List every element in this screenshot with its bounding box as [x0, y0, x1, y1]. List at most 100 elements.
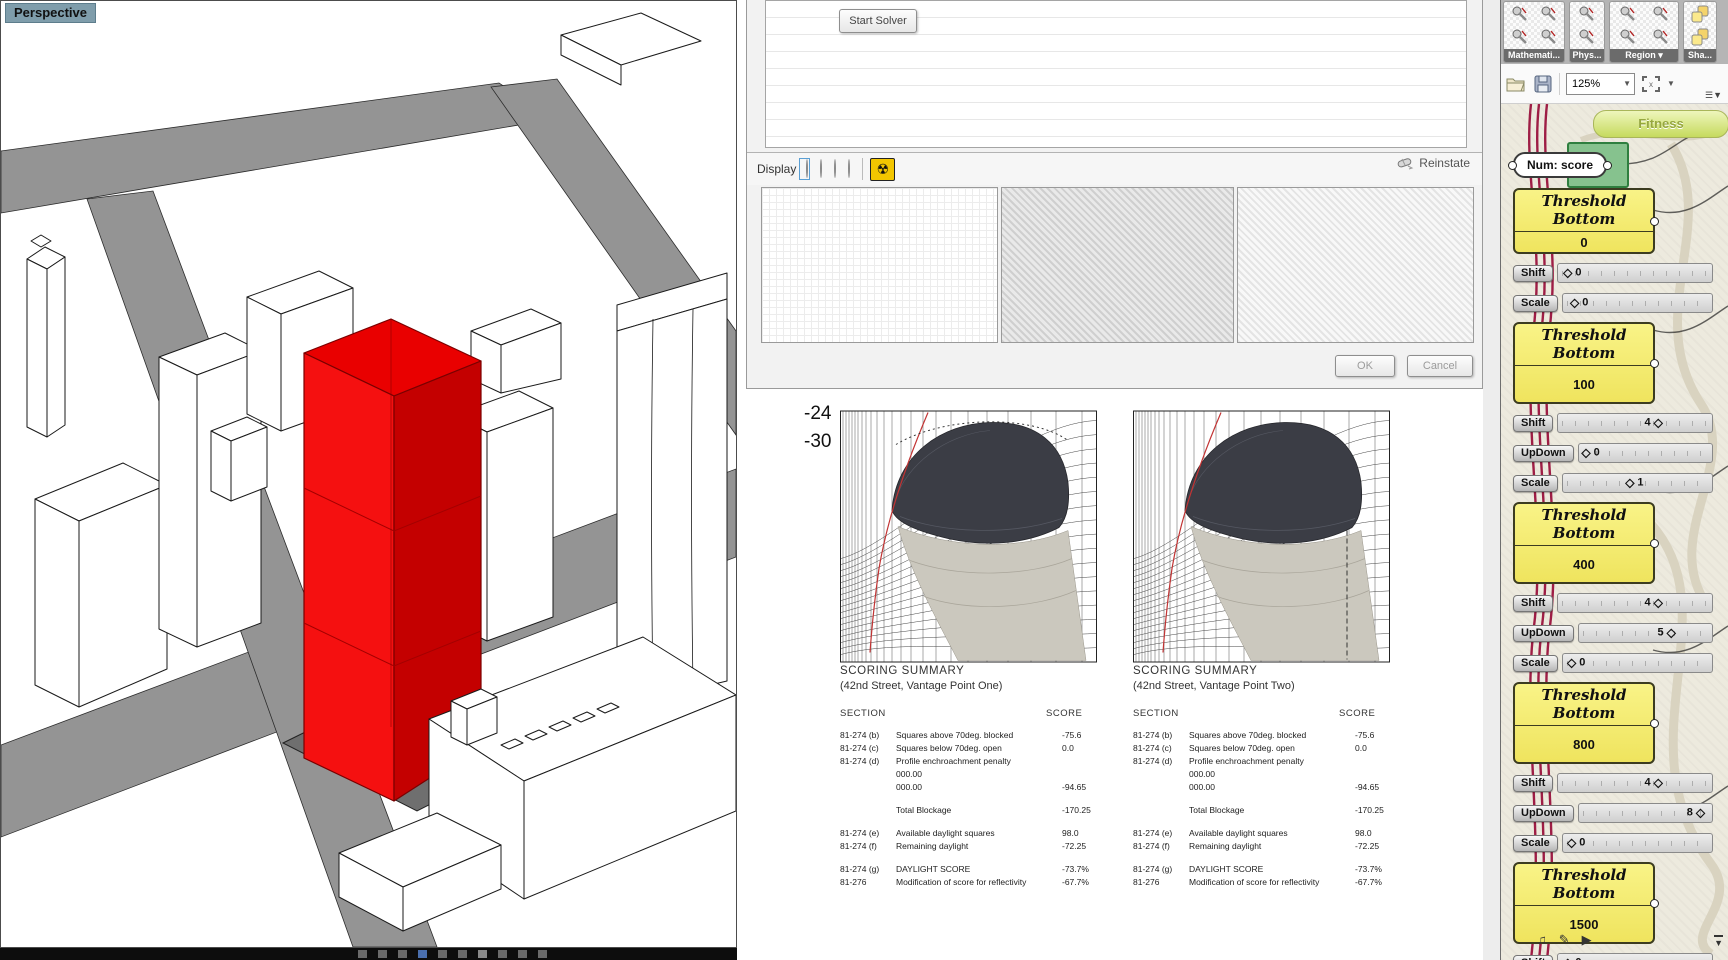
slider-scale[interactable]: Scale◇0	[1513, 292, 1713, 314]
start-solver-button[interactable]: Start Solver	[839, 9, 917, 33]
fitness-component[interactable]: Fitness	[1593, 110, 1728, 138]
taskbar-icon[interactable]	[418, 950, 427, 958]
layers-dropdown-icon[interactable]: ▼	[1714, 935, 1723, 948]
gh-tool-icon[interactable]	[1652, 5, 1670, 23]
slider-track[interactable]: 5◇	[1578, 623, 1713, 643]
gh-tool-icon[interactable]	[1578, 5, 1596, 23]
viewport-perspective-tab[interactable]: Perspective	[5, 3, 96, 23]
display-most-icon[interactable]	[813, 158, 824, 180]
slider-grip[interactable]: 8◇	[1687, 807, 1705, 819]
gh-toolbar-group[interactable]: Region ▾	[1609, 1, 1679, 63]
slider-grip[interactable]: ◇0	[1581, 447, 1599, 459]
slider-diamond-icon[interactable]: ◇	[1570, 298, 1579, 308]
slider-grip[interactable]: 4◇	[1644, 597, 1662, 609]
cancel-button[interactable]: Cancel	[1407, 355, 1473, 377]
slider-track[interactable]: ◇0	[1562, 293, 1713, 313]
slider-shift[interactable]: Shift4◇	[1513, 592, 1713, 614]
slider-grip[interactable]: ◇0	[1570, 297, 1588, 309]
gh-tool-icon[interactable]	[1578, 28, 1596, 46]
slider-track[interactable]: ◇0	[1557, 263, 1713, 283]
note-icon[interactable]: ♫	[1537, 932, 1547, 948]
slider-shift[interactable]: Shift◇0	[1513, 262, 1713, 284]
zoom-level-select[interactable]: 125% ▼	[1566, 73, 1635, 95]
slider-track[interactable]: ◇1	[1562, 473, 1713, 493]
slider-shift[interactable]: Shift◇0	[1513, 952, 1713, 960]
taskbar-icon[interactable]	[378, 950, 387, 958]
slider-grip[interactable]: ◇1	[1625, 477, 1643, 489]
open-file-icon[interactable]	[1505, 75, 1527, 93]
slider-scale[interactable]: Scale◇0	[1513, 832, 1713, 854]
slider-diamond-icon[interactable]: ◇	[1581, 448, 1590, 458]
gh-tool-icon[interactable]	[1652, 28, 1670, 46]
save-icon[interactable]	[1533, 75, 1553, 93]
slider-diamond-icon[interactable]: ◇	[1696, 808, 1705, 818]
zoom-extents-icon[interactable]: x	[1641, 75, 1661, 93]
gh-shape-icon[interactable]	[1690, 27, 1710, 47]
gh-toolbar-group[interactable]: Phys...	[1569, 1, 1605, 63]
slider-grip[interactable]: ◇0	[1563, 267, 1581, 279]
slider-diamond-icon[interactable]: ◇	[1567, 658, 1576, 668]
display-full-icon[interactable]	[799, 158, 810, 180]
taskbar-icon[interactable]	[398, 950, 407, 958]
slider-track[interactable]: ◇0	[1578, 443, 1713, 463]
taskbar-icon[interactable]	[358, 950, 367, 958]
slider-track[interactable]: ◇0	[1562, 833, 1713, 853]
slider-diamond-icon[interactable]: ◇	[1654, 418, 1663, 428]
slider-diamond-icon[interactable]: ◇	[1563, 268, 1572, 278]
gh-tool-icon[interactable]	[1511, 5, 1529, 23]
gh-canvas[interactable]: Fitness Num: score Threshold Bottom0 Shif…	[1501, 104, 1728, 960]
gh-toolbar-group[interactable]: Sha...	[1683, 1, 1717, 63]
display-some-icon[interactable]	[827, 158, 838, 180]
slider-grip[interactable]: ◇0	[1567, 837, 1585, 849]
3d-viewport[interactable]: Perspective	[0, 0, 737, 948]
slider-scale[interactable]: Scale◇0	[1513, 652, 1713, 674]
slider-grip[interactable]: ◇0	[1563, 957, 1581, 960]
slider-track[interactable]: 4◇	[1557, 413, 1713, 433]
taskbar-icon[interactable]	[498, 950, 507, 958]
threshold-panel[interactable]: Threshold Bottom0	[1513, 188, 1655, 254]
gh-tool-icon[interactable]	[1540, 5, 1558, 23]
gh-tool-icon[interactable]	[1540, 28, 1558, 46]
score-pill[interactable]: Num: score	[1513, 152, 1607, 178]
ok-button[interactable]: OK	[1335, 355, 1395, 377]
taskbar-icon[interactable]	[538, 950, 547, 958]
slider-shift[interactable]: Shift4◇	[1513, 772, 1713, 794]
gh-tool-icon[interactable]	[1619, 28, 1637, 46]
threshold-panel[interactable]: Threshold Bottom800	[1513, 682, 1655, 764]
gh-toolbar-group[interactable]: Mathemati...	[1503, 1, 1565, 63]
reinstate-button[interactable]: Reinstate	[1396, 156, 1470, 170]
slider-track[interactable]: 4◇	[1557, 773, 1713, 793]
slider-diamond-icon[interactable]: ◇	[1667, 628, 1676, 638]
slider-diamond-icon[interactable]: ◇	[1567, 838, 1576, 848]
gh-shape-icon[interactable]	[1690, 4, 1710, 24]
slider-updown[interactable]: UpDown8◇	[1513, 802, 1713, 824]
score-parameter[interactable]: Num: score	[1513, 152, 1713, 178]
slider-track[interactable]: ◇0	[1557, 953, 1713, 960]
slider-updown[interactable]: UpDown◇0	[1513, 442, 1713, 464]
slider-diamond-icon[interactable]: ◇	[1654, 778, 1663, 788]
slider-track[interactable]: 8◇	[1578, 803, 1713, 823]
taskbar-icon[interactable]	[438, 950, 447, 958]
hazard-icon[interactable]: ☢	[870, 158, 895, 181]
gh-tool-icon[interactable]	[1511, 28, 1529, 46]
slider-shift[interactable]: Shift4◇	[1513, 412, 1713, 434]
gh-tool-icon[interactable]	[1619, 5, 1637, 23]
slider-diamond-icon[interactable]: ◇	[1625, 478, 1634, 488]
slider-updown[interactable]: UpDown5◇	[1513, 622, 1713, 644]
slider-grip[interactable]: 4◇	[1644, 417, 1662, 429]
slider-grip[interactable]: 5◇	[1657, 627, 1675, 639]
slider-grip[interactable]: ◇0	[1567, 657, 1585, 669]
threshold-panel[interactable]: Threshold Bottom100	[1513, 322, 1655, 404]
slider-scale[interactable]: Scale◇1	[1513, 472, 1713, 494]
play-icon[interactable]: ▶	[1582, 932, 1592, 948]
panel-overflow-icon[interactable]: ☰▼	[1705, 90, 1725, 103]
taskbar-icon[interactable]	[458, 950, 467, 958]
threshold-panel[interactable]: Threshold Bottom400	[1513, 502, 1655, 584]
taskbar-icon[interactable]	[518, 950, 527, 958]
slider-track[interactable]: ◇0	[1562, 653, 1713, 673]
edit-icon[interactable]: ✎	[1559, 932, 1570, 948]
slider-track[interactable]: 4◇	[1557, 593, 1713, 613]
taskbar-icon[interactable]	[478, 950, 487, 958]
slider-diamond-icon[interactable]: ◇	[1654, 598, 1663, 608]
display-min-icon[interactable]	[841, 158, 852, 180]
